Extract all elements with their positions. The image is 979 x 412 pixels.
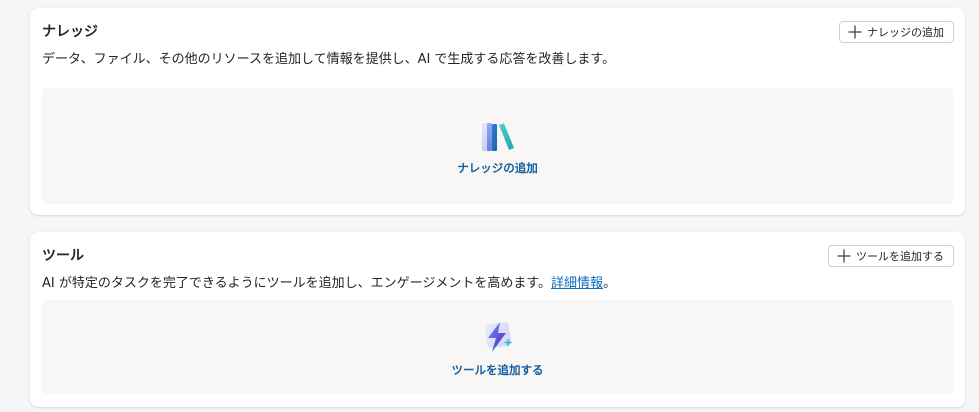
plus-icon xyxy=(837,249,851,263)
add-tool-button[interactable]: ツールを追加する xyxy=(828,245,954,267)
tools-description-period: 。 xyxy=(603,276,617,291)
add-knowledge-link[interactable]: ナレッジの追加 xyxy=(457,160,538,176)
add-tool-button-label: ツールを追加する xyxy=(856,250,944,263)
plus-icon xyxy=(848,25,862,39)
books-icon xyxy=(481,123,514,151)
knowledge-empty-state: ナレッジの追加 xyxy=(42,88,953,204)
knowledge-title: ナレッジ xyxy=(42,24,98,40)
tools-description-text: AI が特定のタスクを完了できるようにツールを追加し、エンゲージメントを高めます… xyxy=(42,276,552,291)
add-knowledge-button-label: ナレッジの追加 xyxy=(867,26,944,39)
tools-card: ツール AI が特定のタスクを完了できるようにツールを追加し、エンゲージメントを… xyxy=(30,232,965,407)
knowledge-card: ナレッジ データ、ファイル、その他のリソースを追加して情報を提供し、AI で生成… xyxy=(30,8,965,215)
tools-title: ツール xyxy=(42,248,84,264)
knowledge-description: データ、ファイル、その他のリソースを追加して情報を提供し、AI で生成する応答を… xyxy=(42,52,616,67)
learn-more-link[interactable]: 詳細情報 xyxy=(551,276,603,291)
tools-description: AI が特定のタスクを完了できるようにツールを追加し、エンゲージメントを高めます… xyxy=(42,272,616,291)
lightning-bolt-icon xyxy=(484,321,512,352)
tools-empty-state: ツールを追加する xyxy=(42,300,953,394)
add-tool-link[interactable]: ツールを追加する xyxy=(452,362,544,378)
add-knowledge-button[interactable]: ナレッジの追加 xyxy=(839,21,954,43)
